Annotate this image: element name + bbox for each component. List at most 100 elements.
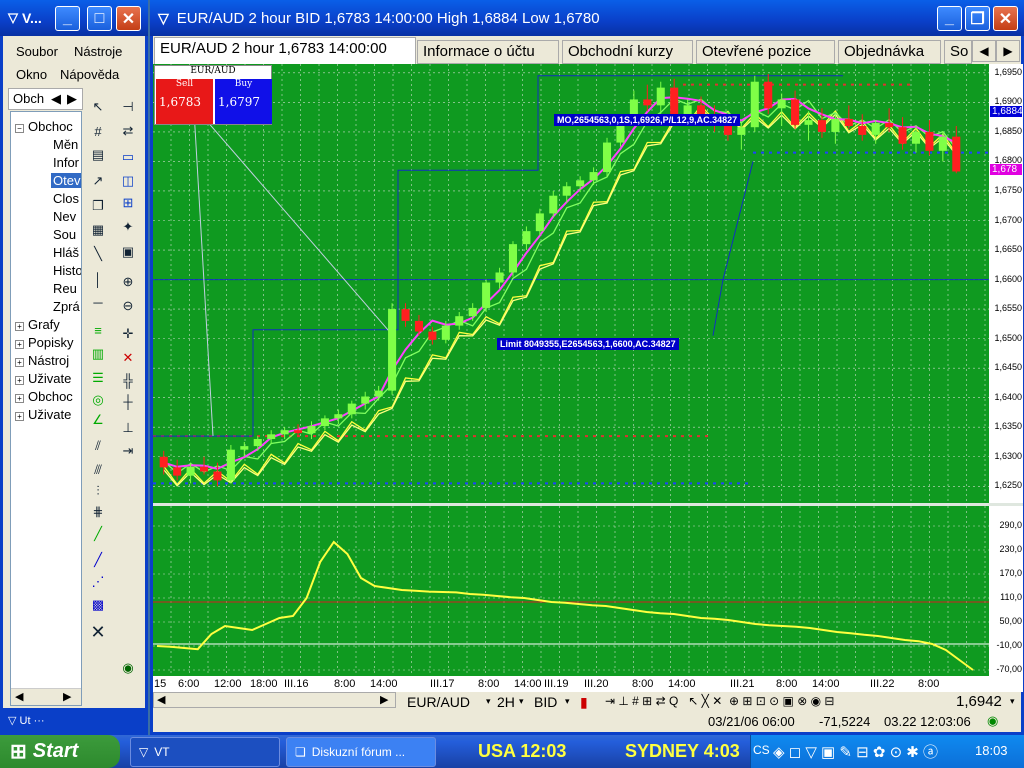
- pattern-icon[interactable]: ▩: [87, 594, 109, 616]
- tree-item[interactable]: Sou: [53, 227, 76, 242]
- chart-type-icon[interactable]: ▮: [580, 694, 588, 711]
- tree-node[interactable]: + Uživate: [15, 371, 71, 386]
- side-select[interactable]: BID: [534, 694, 557, 710]
- collapse-icon[interactable]: −: [15, 124, 24, 133]
- cursor-tool-icon[interactable]: ↖: [87, 96, 109, 118]
- chart-scrollbar[interactable]: ◀ ▶: [153, 692, 396, 708]
- tree-item[interactable]: Zprá: [53, 299, 80, 314]
- tree-item[interactable]: Měn: [53, 137, 78, 152]
- pitchfork-icon[interactable]: ⫽: [87, 435, 109, 457]
- tree-node[interactable]: + Grafy: [15, 317, 60, 332]
- double-cross-icon[interactable]: ╬: [117, 369, 139, 391]
- expand-icon[interactable]: +: [15, 322, 24, 331]
- language-indicator[interactable]: CS: [753, 743, 770, 757]
- zoom-in-icon[interactable]: ⊕: [117, 271, 139, 293]
- range-icon[interactable]: ⇥: [117, 440, 139, 462]
- expand-icon[interactable]: +: [15, 394, 24, 403]
- target-icon[interactable]: ◉: [117, 657, 139, 679]
- diagonal-line-icon[interactable]: ╲: [87, 243, 109, 265]
- sell-button[interactable]: Sell 1,6783: [156, 79, 213, 124]
- pin-tool-icon[interactable]: ⊣: [117, 96, 139, 118]
- angle-tool-icon[interactable]: ∠: [87, 409, 109, 431]
- horizontal-line-icon[interactable]: ─: [87, 291, 109, 313]
- expand-icon[interactable]: +: [15, 376, 24, 385]
- layout-4-icon[interactable]: ⊞: [117, 192, 139, 214]
- taskbar-item-vt[interactable]: ▽ VT: [130, 737, 280, 767]
- tab-scroll-right-icon[interactable]: ▶: [996, 40, 1020, 62]
- fan-icon[interactable]: ⋰: [87, 571, 109, 593]
- crosshair-icon[interactable]: ✛: [117, 323, 139, 345]
- measure-icon[interactable]: ⊥: [117, 417, 139, 439]
- tree-item-selected[interactable]: Otev: [51, 173, 81, 188]
- restore-button[interactable]: ❐: [965, 6, 990, 31]
- zoom-out-icon[interactable]: ⊖: [117, 295, 139, 317]
- expand-icon[interactable]: +: [15, 358, 24, 367]
- layout-2-icon[interactable]: ◫: [117, 170, 139, 192]
- close-button[interactable]: ✕: [993, 6, 1018, 31]
- menu-soubor[interactable]: Soubor: [16, 44, 58, 59]
- expand-icon[interactable]: +: [15, 340, 24, 349]
- tab-scroll-right-icon[interactable]: ▶: [67, 91, 77, 107]
- price-chart[interactable]: [153, 64, 989, 504]
- timeframe-select[interactable]: 2H: [497, 694, 515, 710]
- circle-tool-icon[interactable]: ◎: [87, 389, 109, 411]
- tab-informace-o-uctu[interactable]: Informace o účtu: [417, 40, 559, 64]
- scroll-right-icon[interactable]: ▶: [380, 693, 388, 706]
- tab-chart[interactable]: EUR/AUD 2 hour 1,6783 14:00:00: [154, 37, 416, 64]
- scroll-left-icon[interactable]: ◀: [15, 690, 23, 703]
- line-green-icon[interactable]: ╱: [87, 523, 109, 545]
- side-dropdown-icon[interactable]: ▾: [565, 696, 570, 707]
- chart-titlebar[interactable]: ▽ EUR/AUD 2 hour BID 1,6783 14:00:00 Hig…: [150, 0, 1024, 36]
- tree-node[interactable]: + Nástroj: [15, 353, 69, 368]
- cross-tool-icon[interactable]: ┼: [117, 390, 139, 412]
- copy-tool-icon[interactable]: ❐: [87, 195, 109, 217]
- tree-panel-tab[interactable]: Obch ◀ ▶: [8, 88, 83, 110]
- buy-button[interactable]: Buy 1,6797: [215, 79, 272, 124]
- gann-icon[interactable]: ⫻: [87, 459, 109, 481]
- print-tool-icon[interactable]: ▤: [87, 144, 109, 166]
- delete-icon[interactable]: ✕: [87, 621, 109, 643]
- tree-item[interactable]: Nev: [53, 209, 76, 224]
- tree-node[interactable]: + Obchoc: [15, 389, 73, 404]
- tab-obchodni-kurzy[interactable]: Obchodní kurzy: [562, 40, 693, 64]
- cross-red-icon[interactable]: ✕: [117, 347, 139, 369]
- tree-item[interactable]: Reu: [53, 281, 77, 296]
- line-blue-icon[interactable]: ╱: [87, 549, 109, 571]
- tab-otevrene-pozice[interactable]: Otevřené pozice: [696, 40, 835, 64]
- bars-tool-icon[interactable]: ▥: [87, 343, 109, 365]
- scroll-left-icon[interactable]: ◀: [157, 693, 165, 706]
- close-button[interactable]: ✕: [116, 6, 141, 31]
- tray-icons[interactable]: ◈ ◻ ▽ ▣ ✎ ⊟ ✿ ⊙ ✱ ⓐ: [773, 741, 938, 762]
- tree-root[interactable]: − Obchoc: [15, 119, 73, 134]
- pair-select[interactable]: EUR/AUD: [407, 694, 470, 710]
- tree-item[interactable]: Hláš: [53, 245, 79, 260]
- maximize-button[interactable]: □: [87, 6, 112, 31]
- grid-tool-icon[interactable]: #: [87, 120, 109, 142]
- tab-more[interactable]: So: [944, 40, 972, 64]
- template-tool-icon[interactable]: ▦: [87, 219, 109, 241]
- arrows-tool-icon[interactable]: ⇄: [117, 120, 139, 142]
- menu-napoveda[interactable]: Nápověda: [60, 67, 119, 82]
- minimize-button[interactable]: _: [937, 6, 962, 31]
- expand-icon[interactable]: +: [15, 412, 24, 421]
- order-label-market[interactable]: MO,2654563,0,1S,1,6926,P/L12,9,AC.34827: [554, 114, 741, 126]
- tree-item[interactable]: Infor: [53, 155, 79, 170]
- taskbar-item-forum[interactable]: ❏ Diskuzní fórum ...: [286, 737, 436, 767]
- window-tool-icon[interactable]: ▣: [117, 241, 139, 263]
- menu-nastroje[interactable]: Nástroje: [74, 44, 122, 59]
- tree-node[interactable]: + Uživate: [15, 407, 71, 422]
- oscillator-chart[interactable]: [153, 506, 989, 676]
- last-price-dropdown-icon[interactable]: ▾: [1010, 696, 1015, 707]
- pitchfork-3-icon[interactable]: ⋕: [87, 501, 109, 523]
- start-button[interactable]: ⊞ Start: [0, 735, 120, 768]
- pair-dropdown-icon[interactable]: ▾: [486, 696, 491, 707]
- star-tool-icon[interactable]: ✦: [117, 216, 139, 238]
- timeframe-dropdown-icon[interactable]: ▾: [519, 696, 524, 707]
- tab-scroll-left-icon[interactable]: ◀: [972, 40, 996, 62]
- tree-item[interactable]: Histo: [53, 263, 81, 278]
- tree-hscrollbar[interactable]: ◀ ▶: [11, 688, 81, 705]
- tree-item[interactable]: Clos: [53, 191, 79, 206]
- channel-tool-icon[interactable]: ≡: [87, 319, 109, 341]
- tree-node[interactable]: + Popisky: [15, 335, 74, 350]
- layout-1-icon[interactable]: ▭: [117, 146, 139, 168]
